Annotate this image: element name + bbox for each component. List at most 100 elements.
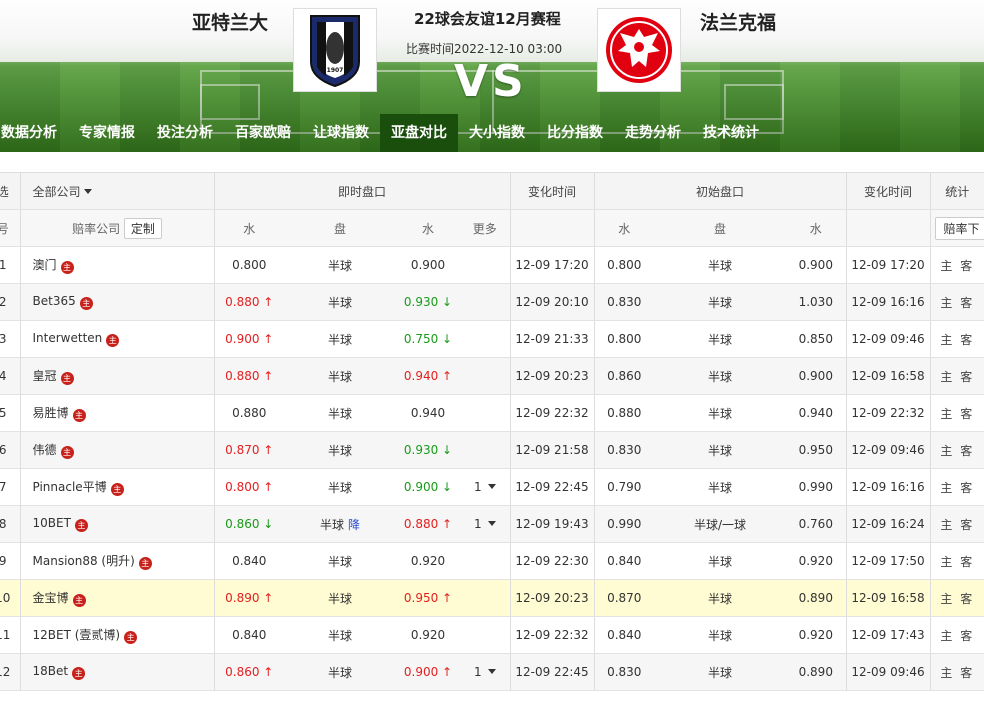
company-cell[interactable]: Bet365 主 xyxy=(20,283,215,321)
odds-dropdown-cell: 赔率下 xyxy=(930,209,984,247)
company-filter-dropdown[interactable]: 全部公司 xyxy=(20,172,215,210)
company-name[interactable]: 18Bet xyxy=(33,664,69,678)
home-away-stats-link[interactable]: 主 客 xyxy=(930,579,984,617)
table-row[interactable]: 5易胜博主0.880半球0.94012-09 22:320.880半球0.940… xyxy=(0,394,984,432)
nav-data-analysis[interactable]: 数据分析 xyxy=(0,114,68,152)
company-name[interactable]: 澳门 xyxy=(33,258,57,272)
company-name[interactable]: 金宝博 xyxy=(33,591,69,605)
company-cell[interactable]: Pinnacle平博主 xyxy=(20,468,215,506)
table-row[interactable]: 10金宝博主0.890 ↑半球0.950 ↑12-09 20:230.870半球… xyxy=(0,579,984,617)
home-away-stats-link[interactable]: 主 客 xyxy=(930,505,984,543)
nav-betting-analysis[interactable]: 投注分析 xyxy=(146,114,224,152)
table-row[interactable]: 2Bet365主0.880 ↑半球0.930 ↓12-09 20:100.830… xyxy=(0,283,984,321)
company-cell[interactable]: 金宝博主 xyxy=(20,579,215,617)
company-filter-label: 全部公司 xyxy=(32,184,81,199)
company-name[interactable]: 皇冠 xyxy=(33,369,57,383)
nav-handicap-index[interactable]: 让球指数 xyxy=(302,114,380,152)
company-cell[interactable]: Interwetten 主 xyxy=(20,320,215,358)
company-cell[interactable]: 18Bet 主 xyxy=(20,653,215,691)
frankfurt-eagle-icon xyxy=(606,17,672,83)
company-name[interactable]: Interwetten xyxy=(33,331,103,345)
company-header: 赔率公司 定制 xyxy=(20,209,215,247)
atalanta-crest-icon: 1907 xyxy=(310,15,360,88)
nav-trend-analysis[interactable]: 走势分析 xyxy=(614,114,692,152)
more-cell[interactable]: 1 xyxy=(460,468,511,506)
nav-asian-handicap-compare[interactable]: 亚盘对比 xyxy=(380,114,458,152)
dropdown-icon[interactable] xyxy=(487,521,496,526)
home-away-stats-link[interactable]: 主 客 xyxy=(930,320,984,358)
initial-line: 半球 xyxy=(654,653,787,691)
select-header: 选 xyxy=(0,172,21,210)
table-row[interactable]: 9Mansion88 (明升)主0.840半球0.92012-09 22:300… xyxy=(0,542,984,580)
company-name[interactable]: 伟德 xyxy=(33,443,57,457)
table-row[interactable]: 1218Bet主0.860 ↑半球0.900 ↑112-09 22:450.83… xyxy=(0,653,984,691)
table-row[interactable]: 3Interwetten主0.900 ↑半球0.750 ↓12-09 21:33… xyxy=(0,320,984,358)
table-row[interactable]: 1澳门主0.800半球0.90012-09 17:200.800半球0.9001… xyxy=(0,246,984,284)
live-change-time: 12-09 20:23 xyxy=(510,579,595,617)
table-row[interactable]: 7Pinnacle平博主0.800 ↑半球0.900 ↓112-09 22:45… xyxy=(0,468,984,506)
company-name[interactable]: Pinnacle平博 xyxy=(33,480,107,494)
nav-score-index[interactable]: 比分指数 xyxy=(536,114,614,152)
company-name[interactable]: 易胜博 xyxy=(33,406,69,420)
company-name[interactable]: Mansion88 (明升) xyxy=(33,554,135,568)
home-away-stats-link[interactable]: 主 客 xyxy=(930,283,984,321)
company-name[interactable]: 10BET xyxy=(33,516,71,530)
live-water1: 0.890 ↑ xyxy=(214,579,284,617)
dropdown-icon[interactable] xyxy=(487,669,496,674)
home-away-stats-link[interactable]: 主 客 xyxy=(930,468,984,506)
home-team-name[interactable]: 亚特兰大 xyxy=(192,8,268,35)
live-change-time: 12-09 21:33 xyxy=(510,320,595,358)
home-team-logo[interactable]: 1907 xyxy=(293,8,377,92)
home-away-stats-link[interactable]: 主 客 xyxy=(930,431,984,469)
row-number: 9 xyxy=(0,542,21,580)
company-cell[interactable]: 澳门主 xyxy=(20,246,215,284)
company-cell[interactable]: 12BET (壹贰博) 主 xyxy=(20,616,215,654)
dropdown-icon[interactable] xyxy=(487,484,496,489)
company-cell[interactable]: 10BET 主 xyxy=(20,505,215,543)
home-away-stats-link[interactable]: 主 客 xyxy=(930,653,984,691)
table-row[interactable]: 6伟德主0.870 ↑半球0.930 ↓12-09 21:580.830半球0.… xyxy=(0,431,984,469)
home-away-stats-link[interactable]: 主 客 xyxy=(930,246,984,284)
initial-water1-header: 水 xyxy=(594,209,655,247)
odds-dropdown-button[interactable]: 赔率下 xyxy=(934,216,984,240)
home-away-stats-link[interactable]: 主 客 xyxy=(930,394,984,432)
more-count[interactable]: 1 xyxy=(474,665,482,679)
company-name[interactable]: 12BET (壹贰博) xyxy=(33,628,121,642)
company-cell[interactable]: 伟德主 xyxy=(20,431,215,469)
initial-time-subheader xyxy=(846,209,931,247)
live-line: 半球 xyxy=(284,357,396,395)
line-down-label: 降 xyxy=(348,517,361,532)
initial-change-time: 12-09 17:20 xyxy=(846,246,931,284)
live-water1: 0.880 ↑ xyxy=(214,357,284,395)
home-away-stats-link[interactable]: 主 客 xyxy=(930,542,984,580)
more-count[interactable]: 1 xyxy=(474,517,482,531)
nav-expert-info[interactable]: 专家情报 xyxy=(68,114,146,152)
nav-tech-stats[interactable]: 技术统计 xyxy=(692,114,770,152)
nav-over-under-index[interactable]: 大小指数 xyxy=(458,114,536,152)
away-team-name[interactable]: 法兰克福 xyxy=(700,8,776,35)
initial-water2: 0.900 xyxy=(786,357,847,395)
company-cell[interactable]: Mansion88 (明升) 主 xyxy=(20,542,215,580)
section-nav: 数据分析 专家情报 投注分析 百家欧赔 让球指数 亚盘对比 大小指数 比分指数 … xyxy=(0,114,984,152)
home-away-stats-link[interactable]: 主 客 xyxy=(930,357,984,395)
home-away-stats-link[interactable]: 主 客 xyxy=(930,616,984,654)
company-name[interactable]: Bet365 xyxy=(33,294,76,308)
live-line-value: 半球 xyxy=(327,628,352,643)
live-water1: 0.840 xyxy=(214,616,284,654)
live-water1: 0.800 ↑ xyxy=(214,468,284,506)
table-row[interactable]: 810BET主0.860 ↓半球降0.880 ↑112-09 19:430.99… xyxy=(0,505,984,543)
away-team-logo[interactable] xyxy=(597,8,681,92)
more-count[interactable]: 1 xyxy=(474,480,482,494)
initial-change-time: 12-09 09:46 xyxy=(846,431,931,469)
initial-line: 半球 xyxy=(654,579,787,617)
table-row[interactable]: 1112BET (壹贰博)主0.840半球0.92012-09 22:320.8… xyxy=(0,616,984,654)
company-cell[interactable]: 皇冠主 xyxy=(20,357,215,395)
customize-button[interactable]: 定制 xyxy=(123,217,162,239)
live-water2: 0.930 ↓ xyxy=(396,283,460,321)
nav-euro-odds[interactable]: 百家欧赔 xyxy=(224,114,302,152)
more-cell[interactable]: 1 xyxy=(460,653,511,691)
company-cell[interactable]: 易胜博主 xyxy=(20,394,215,432)
more-cell[interactable]: 1 xyxy=(460,505,511,543)
table-row[interactable]: 4皇冠主0.880 ↑半球0.940 ↑12-09 20:230.860半球0.… xyxy=(0,357,984,395)
initial-water1: 0.880 xyxy=(594,394,655,432)
